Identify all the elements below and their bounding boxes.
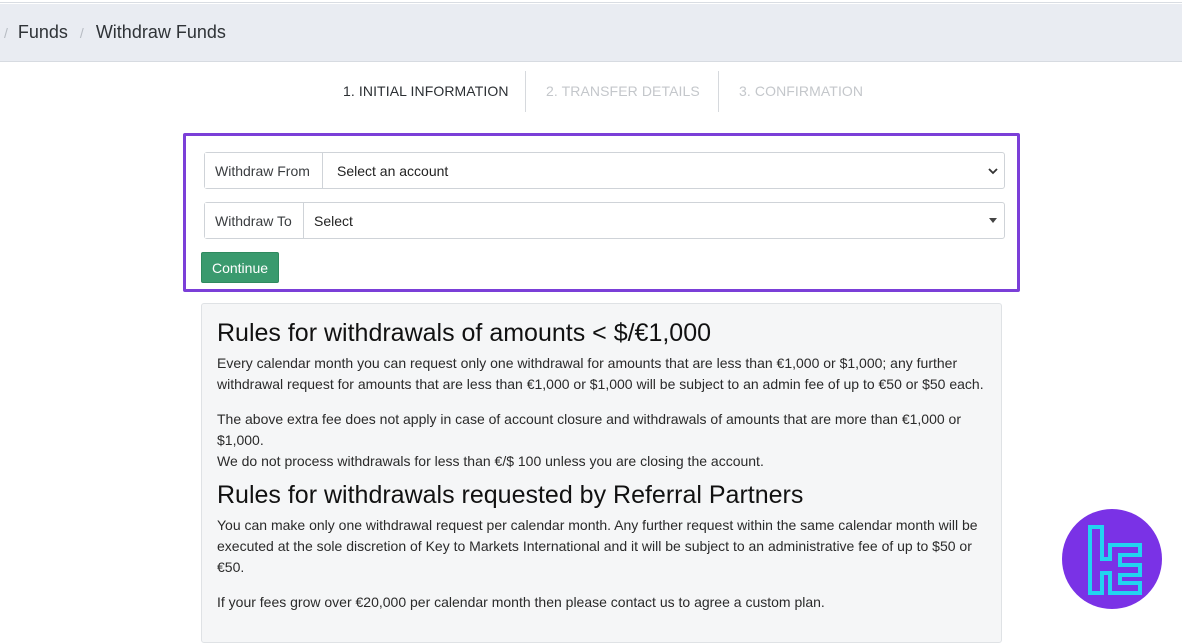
rules-paragraph: If your fees grow over €20,000 per calen… (217, 594, 825, 610)
withdraw-from-select[interactable]: Select an account (323, 153, 1004, 188)
caret-down-icon (989, 218, 997, 223)
top-border (0, 0, 1182, 3)
step-divider (525, 71, 526, 112)
breadcrumb-separator: / (79, 24, 84, 41)
withdraw-to-select[interactable]: Select (304, 203, 1004, 238)
chevron-down-icon (986, 164, 1000, 178)
wizard-steps: 1. INITIAL INFORMATION 2. TRANSFER DETAI… (0, 71, 1182, 112)
continue-button[interactable]: Continue (201, 252, 279, 283)
rules-paragraph: We do not process withdrawals for less t… (217, 453, 764, 469)
withdraw-from-group: Withdraw From Select an account (204, 152, 1005, 189)
step-initial-information: 1. INITIAL INFORMATION (343, 83, 509, 99)
rules-paragraph: Every calendar month you can request onl… (217, 355, 984, 392)
withdraw-from-value: Select an account (337, 162, 449, 179)
withdrawal-rules-panel: Rules for withdrawals of amounts < $/€1,… (201, 303, 1002, 643)
withdraw-to-label: Withdraw To (205, 203, 304, 238)
step-transfer-details: 2. TRANSFER DETAILS (546, 83, 700, 99)
brand-logo-icon (1062, 509, 1162, 609)
withdraw-to-value: Select (314, 212, 353, 229)
breadcrumb: / Funds / Withdraw Funds (0, 4, 1182, 62)
withdraw-form: Withdraw From Select an account Withdraw… (183, 133, 1020, 292)
withdraw-from-label: Withdraw From (205, 153, 323, 188)
step-confirmation: 3. CONFIRMATION (739, 83, 864, 99)
rules-heading-referral-partners: Rules for withdrawals requested by Refer… (217, 481, 804, 509)
rules-paragraph: You can make only one withdrawal request… (217, 517, 978, 575)
step-divider (718, 71, 719, 112)
breadcrumb-item-funds[interactable]: Funds (18, 22, 68, 43)
breadcrumb-item-withdraw-funds: Withdraw Funds (95, 22, 226, 42)
rules-paragraph: The above extra fee does not apply in ca… (217, 411, 962, 448)
withdraw-to-group: Withdraw To Select (204, 202, 1005, 239)
breadcrumb-separator: / (4, 24, 8, 41)
rules-heading-small-amounts: Rules for withdrawals of amounts < $/€1,… (217, 319, 712, 347)
